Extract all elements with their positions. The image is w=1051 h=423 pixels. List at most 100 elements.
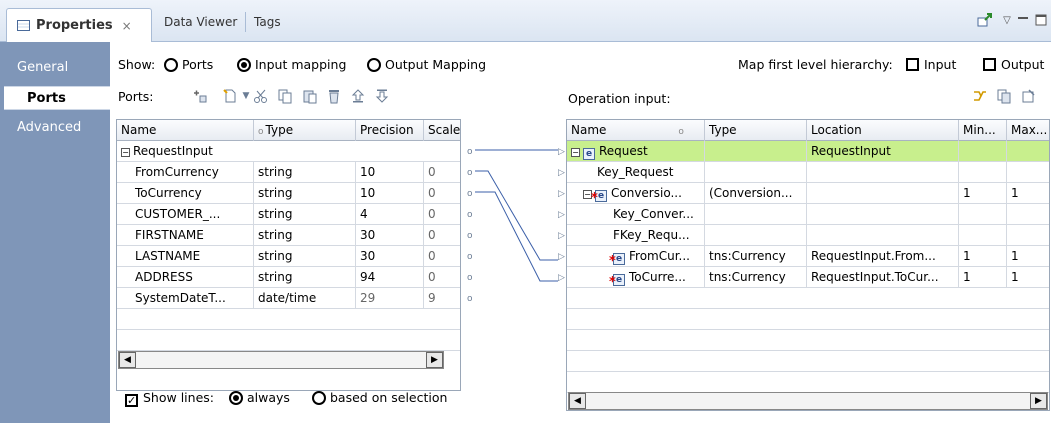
ports-label: Ports: bbox=[118, 89, 154, 104]
collapse-icon[interactable]: − bbox=[121, 148, 130, 157]
element-min bbox=[959, 204, 1007, 225]
tab-tags[interactable]: Tags bbox=[248, 9, 287, 35]
port-precision: 94 bbox=[356, 267, 424, 288]
input-connector-icon[interactable]: ▷ bbox=[558, 273, 565, 283]
col-scale[interactable]: Scale bbox=[424, 120, 460, 141]
show-lines-selection-radio[interactable]: based on selection bbox=[312, 390, 447, 405]
port-precision: 10 bbox=[356, 183, 424, 204]
auto-link-icon[interactable] bbox=[972, 88, 988, 104]
table-row[interactable]: e * ToCurre... tns:Currency RequestInput.T… bbox=[567, 267, 1049, 288]
input-connector-icon[interactable]: ▷ bbox=[558, 210, 565, 220]
move-down-icon[interactable] bbox=[374, 88, 390, 104]
table-row[interactable]: SystemDateT... date/time 29 9 bbox=[117, 288, 460, 309]
input-connector-icon[interactable]: ▷ bbox=[558, 168, 565, 178]
table-row[interactable]: ADDRESS string 94 0 bbox=[117, 267, 460, 288]
show-lines-checkbox[interactable]: ✓ Show lines: bbox=[125, 390, 214, 407]
map-input-checkbox[interactable]: Input bbox=[906, 57, 956, 72]
copy-icon-2[interactable] bbox=[996, 88, 1012, 104]
col-type[interactable]: o Type bbox=[254, 120, 356, 141]
map-output-checkbox[interactable]: Output bbox=[983, 57, 1044, 72]
sidebar-item-general[interactable]: General bbox=[0, 56, 110, 80]
table-row[interactable]: FIRSTNAME string 30 0 bbox=[117, 225, 460, 246]
operation-table-header: Name o Type Location Min... Max... bbox=[567, 120, 1049, 141]
scroll-right-icon[interactable]: ▶ bbox=[1030, 393, 1047, 409]
tab-tags-label: Tags bbox=[254, 15, 281, 29]
copy-icon[interactable] bbox=[277, 88, 293, 104]
input-connector-icon[interactable]: ▷ bbox=[558, 231, 565, 241]
table-row-empty bbox=[567, 288, 1049, 309]
table-row[interactable]: LASTNAME string 30 0 bbox=[117, 246, 460, 267]
pin-view-icon[interactable] bbox=[976, 10, 994, 30]
table-row[interactable]: CUSTOMER_... string 4 0 bbox=[117, 204, 460, 225]
element-max: 1 bbox=[1007, 246, 1049, 267]
col-location[interactable]: Location bbox=[807, 120, 959, 141]
col-type[interactable]: Type bbox=[705, 120, 807, 141]
col-name[interactable]: Name bbox=[117, 120, 254, 141]
col-name[interactable]: Name o bbox=[567, 120, 705, 141]
scroll-left-icon[interactable]: ◀ bbox=[569, 393, 586, 409]
element-location: RequestInput bbox=[807, 141, 959, 162]
table-row[interactable]: e * FromCur... tns:Currency RequestInput.F… bbox=[567, 246, 1049, 267]
port-type: string bbox=[254, 162, 356, 183]
tab-data-viewer[interactable]: Data Viewer bbox=[158, 9, 243, 35]
show-input-mapping-radio[interactable]: Input mapping bbox=[237, 57, 346, 72]
element-required-icon: e * bbox=[609, 253, 625, 267]
radio-selected-icon bbox=[229, 391, 243, 405]
paste-icon[interactable] bbox=[302, 88, 318, 104]
table-row[interactable]: Key_Conver... bbox=[567, 204, 1049, 225]
move-up-icon[interactable] bbox=[350, 88, 366, 104]
scroll-right-icon[interactable]: ▶ bbox=[426, 352, 443, 368]
input-connector-icon[interactable]: ▷ bbox=[558, 189, 565, 199]
ports-table-header: Name o Type Precision Scale bbox=[117, 120, 460, 141]
table-row[interactable]: − RequestInput bbox=[117, 141, 460, 162]
operation-horizontal-scrollbar[interactable]: ◀ ▶ bbox=[568, 392, 1048, 410]
element-min bbox=[959, 162, 1007, 183]
element-min bbox=[959, 225, 1007, 246]
maximize-icon[interactable] bbox=[1034, 10, 1048, 30]
show-output-mapping-radio[interactable]: Output Mapping bbox=[367, 57, 486, 72]
col-min[interactable]: Min... bbox=[959, 120, 1007, 141]
sidebar-item-ports[interactable]: Ports bbox=[4, 86, 110, 110]
element-type: (Conversion... bbox=[705, 183, 807, 204]
port-precision: 10 bbox=[356, 162, 424, 183]
show-ports-label: Ports bbox=[182, 57, 214, 72]
col-precision[interactable]: Precision bbox=[356, 120, 424, 141]
table-row[interactable]: − e * Conversio... (Conversion... 1 1 bbox=[567, 183, 1049, 204]
new-file-icon[interactable] bbox=[222, 88, 238, 104]
input-connector-icon[interactable]: ▷ bbox=[558, 147, 565, 157]
clear-icon[interactable] bbox=[1020, 88, 1036, 104]
show-ports-radio[interactable]: Ports bbox=[164, 57, 213, 72]
element-name: Key_Conver... bbox=[567, 204, 705, 225]
element-required-icon: e * bbox=[609, 274, 625, 288]
show-lines-always-radio[interactable]: always bbox=[229, 390, 290, 405]
cut-icon[interactable] bbox=[253, 88, 269, 104]
port-type: string bbox=[254, 225, 356, 246]
collapse-icon[interactable]: − bbox=[571, 148, 580, 157]
table-row-empty bbox=[117, 309, 460, 330]
scroll-left-icon[interactable]: ◀ bbox=[119, 352, 136, 368]
tab-properties[interactable]: Properties × bbox=[6, 8, 152, 42]
map-input-label: Input bbox=[924, 57, 957, 72]
table-row[interactable]: FKey_Requ... bbox=[567, 225, 1049, 246]
element-icon: e bbox=[583, 148, 595, 160]
table-row[interactable]: Key_Request bbox=[567, 162, 1049, 183]
view-menu-icon[interactable]: ▽ bbox=[1000, 10, 1014, 30]
sidebar-item-advanced[interactable]: Advanced bbox=[0, 116, 110, 140]
input-connector-icon[interactable]: ▷ bbox=[558, 252, 565, 262]
port-precision: 29 bbox=[356, 288, 424, 309]
table-row[interactable]: ToCurrency string 10 0 bbox=[117, 183, 460, 204]
element-min bbox=[959, 141, 1007, 162]
new-port-icon[interactable] bbox=[192, 88, 208, 104]
close-icon[interactable]: × bbox=[122, 19, 132, 33]
minimize-icon[interactable] bbox=[1016, 10, 1030, 30]
dropdown-icon[interactable]: ▼ bbox=[238, 88, 254, 104]
checkbox-checked-icon: ✓ bbox=[125, 394, 138, 407]
tab-divider bbox=[245, 12, 246, 32]
element-type: tns:Currency bbox=[705, 246, 807, 267]
table-row-selected[interactable]: − e Request RequestInput bbox=[567, 141, 1049, 162]
table-row[interactable]: FromCurrency string 10 0 bbox=[117, 162, 460, 183]
ports-horizontal-scrollbar[interactable]: ◀ ▶ bbox=[118, 351, 444, 369]
delete-icon[interactable] bbox=[326, 88, 342, 104]
port-name: LASTNAME bbox=[117, 246, 254, 267]
col-max[interactable]: Max... bbox=[1007, 120, 1049, 141]
